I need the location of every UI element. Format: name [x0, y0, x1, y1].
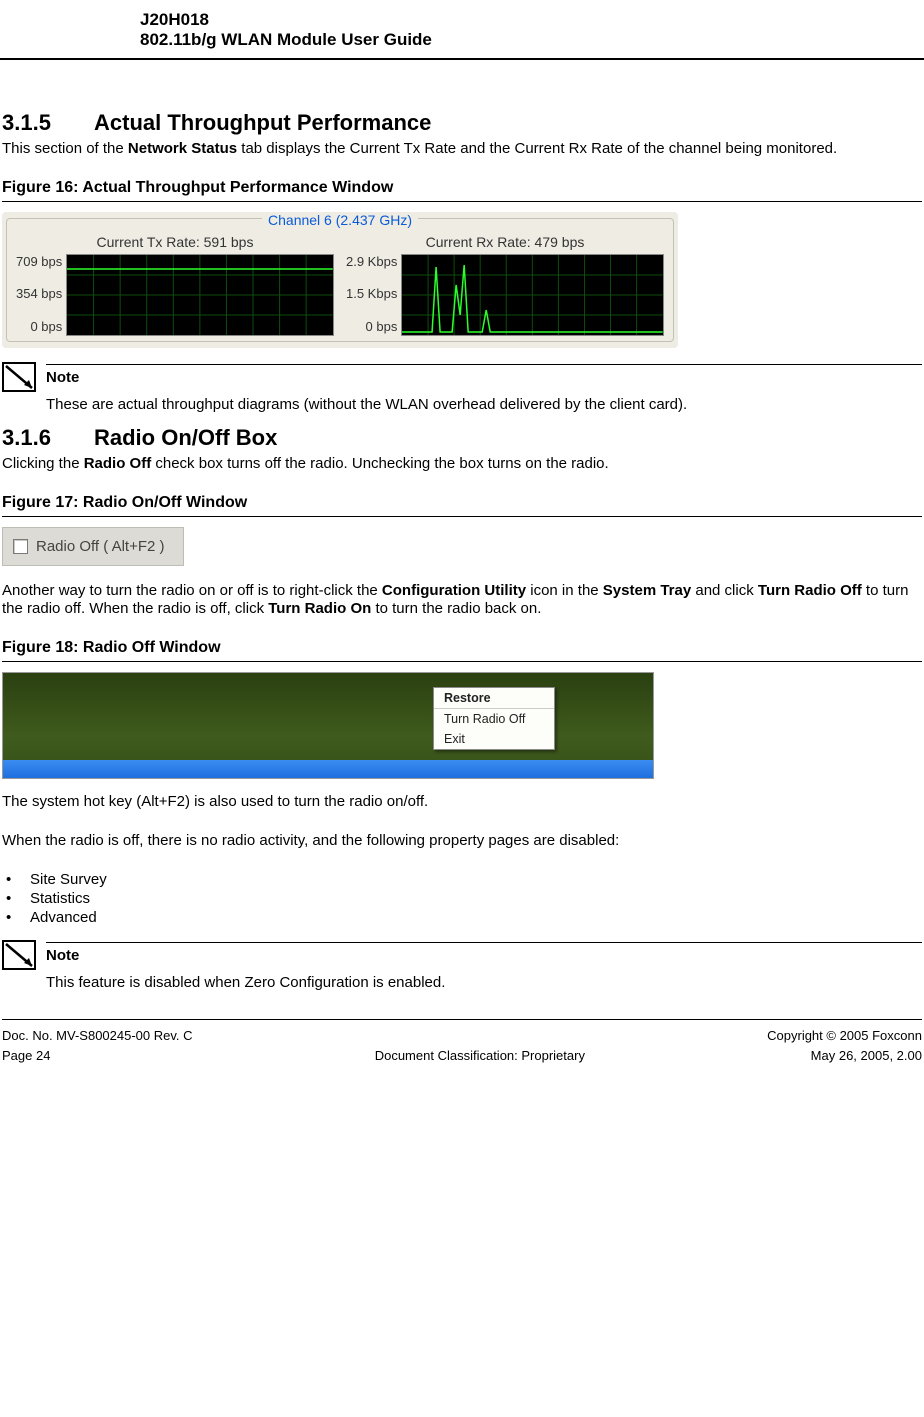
footer-date: May 26, 2005, 2.00 — [767, 1046, 922, 1067]
radio-off-checkbox[interactable] — [13, 539, 28, 554]
tx-chart — [66, 254, 334, 336]
header-line1: J20H018 — [140, 10, 924, 30]
list-item: Advanced — [2, 909, 922, 926]
disabled-pages-list: Site Survey Statistics Advanced — [2, 871, 922, 926]
footer-copyright: Copyright © 2005 Foxconn — [767, 1026, 922, 1047]
note-2-text: This feature is disabled when Zero Confi… — [46, 974, 922, 991]
menu-turn-radio-off[interactable]: Turn Radio Off — [434, 709, 554, 729]
radio-off-label: Radio Off ( Alt+F2 ) — [36, 538, 165, 555]
note-icon — [2, 362, 46, 413]
figure-16: Channel 6 (2.437 GHz) Current Tx Rate: 5… — [2, 212, 678, 348]
para-after-fig17: Another way to turn the radio on or off … — [2, 582, 922, 620]
note-1: Note These are actual throughput diagram… — [2, 362, 922, 413]
list-item: Statistics — [2, 890, 922, 907]
tx-yticks: 709 bps 354 bps 0 bps — [16, 254, 66, 334]
tx-rate-label: Current Tx Rate: 591 bps — [16, 234, 334, 250]
note-1-text: These are actual throughput diagrams (wi… — [46, 396, 922, 413]
footer-classification: Document Classification: Proprietary — [375, 1046, 585, 1067]
footer-page: Page 24 — [2, 1046, 193, 1067]
figure-16-group-title: Channel 6 (2.437 GHz) — [262, 212, 418, 228]
figure-18-caption: Figure 18: Radio Off Window — [2, 639, 922, 657]
section-315-title: Actual Throughput Performance — [94, 110, 431, 135]
para-hotkey: The system hot key (Alt+F2) is also used… — [2, 793, 922, 812]
section-315-heading: 3.1.5Actual Throughput Performance — [2, 110, 922, 136]
note-1-heading: Note — [46, 369, 79, 386]
footer-doc-no: Doc. No. MV-S800245-00 Rev. C — [2, 1026, 193, 1047]
taskbar — [3, 760, 653, 778]
tray-context-menu: Restore Turn Radio Off Exit — [433, 687, 555, 750]
header-line2: 802.11b/g WLAN Module User Guide — [140, 30, 924, 50]
section-316-p1: Clicking the Radio Off check box turns o… — [2, 455, 922, 474]
section-316-number: 3.1.6 — [2, 425, 94, 451]
menu-restore[interactable]: Restore — [434, 688, 554, 709]
section-316-heading: 3.1.6Radio On/Off Box — [2, 425, 922, 451]
list-item: Site Survey — [2, 871, 922, 888]
note-2-heading: Note — [46, 947, 79, 964]
figure-16-caption: Figure 16: Actual Throughput Performance… — [2, 179, 922, 197]
section-316-title: Radio On/Off Box — [94, 425, 277, 450]
section-315-body: This section of the Network Status tab d… — [2, 140, 922, 159]
rx-yticks: 2.9 Kbps 1.5 Kbps 0 bps — [346, 254, 401, 334]
note-icon — [2, 940, 46, 991]
note-2: Note This feature is disabled when Zero … — [2, 940, 922, 991]
figure-17: Radio Off ( Alt+F2 ) — [2, 527, 184, 566]
page-header: J20H018 802.11b/g WLAN Module User Guide — [0, 10, 924, 60]
rx-rate-label: Current Rx Rate: 479 bps — [346, 234, 664, 250]
rx-chart — [401, 254, 664, 336]
section-315-number: 3.1.5 — [2, 110, 94, 136]
para-disabled-intro: When the radio is off, there is no radio… — [2, 832, 922, 851]
page-footer: Doc. No. MV-S800245-00 Rev. C Page 24 Do… — [2, 1019, 922, 1068]
menu-exit[interactable]: Exit — [434, 729, 554, 749]
figure-18: Restore Turn Radio Off Exit — [2, 672, 654, 779]
figure-17-caption: Figure 17: Radio On/Off Window — [2, 494, 922, 512]
